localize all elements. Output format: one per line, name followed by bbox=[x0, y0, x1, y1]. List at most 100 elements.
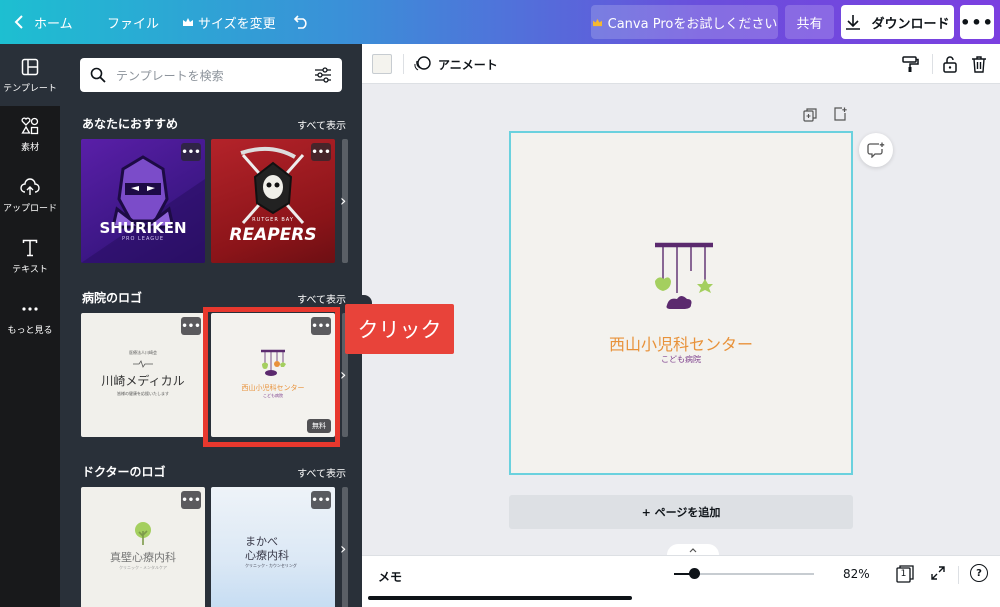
editor-toolbar: アニメート bbox=[362, 44, 1000, 84]
elements-icon bbox=[20, 116, 40, 136]
zoom-slider[interactable] bbox=[674, 568, 814, 579]
rail-label: もっと見る bbox=[7, 326, 53, 336]
upload-icon bbox=[20, 177, 40, 197]
undo-button[interactable] bbox=[292, 0, 310, 44]
chevron-up-icon bbox=[689, 548, 697, 553]
fullscreen-button[interactable] bbox=[930, 565, 946, 584]
thumb-subtitle: RUTGER BAY bbox=[252, 217, 294, 223]
thumb-menu-button[interactable]: ••• bbox=[311, 143, 331, 161]
download-icon bbox=[846, 15, 861, 30]
see-all-link[interactable]: すべて表示 bbox=[297, 291, 346, 306]
download-label: ダウンロード bbox=[871, 16, 950, 32]
duplicate-icon bbox=[803, 108, 817, 122]
rail-item-text[interactable]: テキスト bbox=[0, 238, 60, 275]
file-menu-button[interactable]: ファイル bbox=[107, 0, 159, 44]
template-icon bbox=[20, 57, 40, 77]
toolbar-divider bbox=[403, 54, 404, 74]
section-title-hospital-logos: 病院のロゴ bbox=[82, 291, 143, 305]
animate-button[interactable]: アニメート bbox=[414, 44, 498, 84]
carousel-next-icon[interactable]: › bbox=[340, 365, 346, 384]
expand-notes-handle[interactable] bbox=[667, 544, 719, 555]
paint-roller-icon bbox=[902, 56, 919, 72]
top-bar: ホーム ファイル サイズを変更 Canva Proをお試しください 共有 ダウン… bbox=[0, 0, 1000, 44]
add-page-icon-button[interactable] bbox=[833, 107, 847, 124]
expand-icon bbox=[931, 566, 945, 580]
thumb-menu-button[interactable]: ••• bbox=[311, 491, 331, 509]
thumb-menu-button[interactable]: ••• bbox=[181, 143, 201, 161]
thumb-menu-button[interactable]: ••• bbox=[181, 491, 201, 509]
lock-button[interactable] bbox=[940, 54, 960, 74]
resize-label: サイズを変更 bbox=[198, 16, 276, 32]
more-options-button[interactable]: ••• bbox=[960, 5, 994, 39]
rail-item-templates[interactable]: テンプレート bbox=[0, 44, 60, 106]
rail-item-uploads[interactable]: アップロード bbox=[0, 177, 60, 214]
try-pro-button[interactable]: Canva Proをお試しください bbox=[591, 5, 778, 39]
more-icon bbox=[20, 299, 40, 319]
share-label: 共有 bbox=[796, 16, 823, 32]
thumb-tagline: 医療法人川崎会 bbox=[129, 350, 157, 355]
carousel-next-icon[interactable]: › bbox=[340, 191, 346, 210]
rail-label: テキスト bbox=[12, 265, 48, 275]
search-icon bbox=[90, 67, 106, 83]
click-callout: クリック bbox=[345, 304, 454, 354]
heartbeat-icon bbox=[133, 360, 153, 368]
unlock-icon bbox=[943, 56, 957, 73]
delete-button[interactable] bbox=[969, 54, 989, 74]
add-page-button[interactable]: + ページを追加 bbox=[509, 495, 853, 529]
page-count-button[interactable]: 1 bbox=[896, 565, 914, 583]
thumb-title: 真壁心療内科 bbox=[110, 551, 176, 564]
notes-button[interactable]: メモ bbox=[378, 568, 402, 585]
section-title-doctor-logos: ドクターのロゴ bbox=[82, 465, 166, 479]
file-label: ファイル bbox=[107, 16, 160, 32]
template-thumb-kawasaki-medical[interactable]: 医療法人川崎会 川崎メディカル 皆様の健康を応援いたします ••• bbox=[81, 313, 205, 437]
template-thumb-reapers[interactable]: RUTGER BAY REAPERS ••• bbox=[211, 139, 335, 263]
thumb-subtitle: クリニック・メンタルケア bbox=[119, 565, 167, 570]
thumb-title: 川崎メディカル bbox=[101, 374, 185, 388]
template-search-input[interactable]: テンプレートを検索 bbox=[80, 58, 342, 92]
thumb-menu-button[interactable]: ••• bbox=[181, 317, 201, 335]
add-comment-button[interactable] bbox=[859, 133, 893, 167]
home-button[interactable]: ホーム bbox=[14, 0, 73, 44]
section-title-recommended: あなたにおすすめ bbox=[82, 117, 179, 131]
duplicate-page-button[interactable] bbox=[803, 108, 817, 125]
baby-mobile-logo bbox=[655, 242, 713, 309]
side-nav-rail: テンプレート 素材 アップロード テキスト もっと見る bbox=[0, 44, 60, 607]
add-page-icon bbox=[834, 107, 847, 121]
template-thumb-makabe-clinic[interactable]: 真壁心療内科 クリニック・メンタルケア ••• bbox=[81, 487, 205, 607]
home-label: ホーム bbox=[34, 16, 73, 32]
rail-item-more[interactable]: もっと見る bbox=[0, 299, 60, 336]
rail-label: テンプレート bbox=[3, 83, 57, 94]
share-button[interactable]: 共有 bbox=[785, 5, 834, 39]
toolbar-divider bbox=[932, 54, 933, 74]
template-thumb-makabe-heart[interactable]: まかべ 心療内科 クリニック・カウンセリング ••• bbox=[211, 487, 335, 607]
design-subtitle-text[interactable]: こども病院 bbox=[511, 354, 851, 365]
thumb-title: SHURIKEN bbox=[99, 219, 187, 237]
paint-format-button[interactable] bbox=[900, 54, 920, 74]
filter-icon[interactable] bbox=[314, 67, 332, 83]
see-all-link[interactable]: すべて表示 bbox=[297, 117, 346, 132]
template-thumb-shuriken[interactable]: SHURIKEN PRO LEAGUE ••• bbox=[81, 139, 205, 263]
design-title-text[interactable]: 西山小児科センター bbox=[511, 331, 851, 355]
tree-icon bbox=[135, 522, 151, 545]
design-page[interactable]: 西山小児科センター こども病院 bbox=[509, 131, 853, 475]
see-all-link[interactable]: すべて表示 bbox=[297, 465, 346, 480]
thumb-subtitle: PRO LEAGUE bbox=[122, 236, 164, 242]
background-color-swatch[interactable] bbox=[372, 54, 392, 74]
download-button[interactable]: ダウンロード bbox=[841, 5, 954, 39]
animate-icon bbox=[414, 56, 431, 71]
rail-label: 素材 bbox=[20, 143, 39, 153]
comment-add-icon bbox=[867, 142, 885, 158]
resize-button[interactable]: サイズを変更 bbox=[182, 0, 276, 44]
zoom-level[interactable]: 82% bbox=[843, 567, 870, 581]
chevron-left-icon bbox=[14, 15, 23, 29]
crown-icon bbox=[183, 18, 193, 26]
more-label: ••• bbox=[960, 12, 994, 32]
rail-item-elements[interactable]: 素材 bbox=[0, 116, 60, 153]
bottom-divider bbox=[958, 566, 959, 584]
carousel-next-icon[interactable]: › bbox=[340, 539, 346, 558]
home-indicator bbox=[368, 596, 632, 600]
thumb-title: REAPERS bbox=[229, 225, 317, 245]
zoom-slider-thumb[interactable] bbox=[689, 568, 700, 579]
help-button[interactable]: ? bbox=[970, 564, 988, 582]
highlight-box bbox=[203, 307, 340, 447]
